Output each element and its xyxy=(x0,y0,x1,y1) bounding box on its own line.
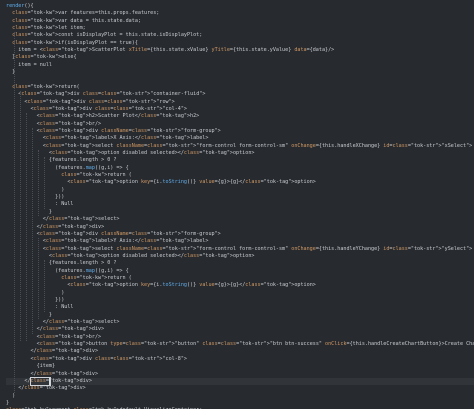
code-line[interactable]: })) xyxy=(6,194,474,201)
code-line[interactable]: <class="tok-tag">div class=class="tok-st… xyxy=(6,106,474,113)
indent-guide xyxy=(44,260,45,312)
code-line[interactable]: ) xyxy=(6,187,474,194)
code-line[interactable]: <class="tok-tag">br/> xyxy=(6,121,474,128)
code-line[interactable]: <class="tok-tag">div class=class="tok-st… xyxy=(6,91,474,98)
code-line[interactable]: (features.map((g,i) => { xyxy=(6,165,474,172)
code-line[interactable]: <class="tok-tag">h2>Scatter Plot</class=… xyxy=(6,113,474,120)
code-line[interactable]: } xyxy=(6,209,474,216)
code-line[interactable]: <class="tok-tag">option key={i.toString(… xyxy=(6,179,474,186)
code-line[interactable]: </class="tok-tag">div> xyxy=(6,348,474,355)
code-line[interactable]: <class="tok-tag">option key={i.toString(… xyxy=(6,282,474,289)
code-line[interactable]: <class="tok-tag">option disabled selecte… xyxy=(6,253,474,260)
code-editor[interactable]: render(){ class="tok-kw">var features=th… xyxy=(0,0,474,409)
code-line[interactable]: (features.map((g,i) => { xyxy=(6,268,474,275)
code-line[interactable]: item = <class="tok-tag">ScatterPlot xTit… xyxy=(6,47,474,54)
code-line[interactable]: <class="tok-tag">div className=class="to… xyxy=(6,128,474,135)
code-line[interactable]: <class="tok-tag">button type=class="tok-… xyxy=(6,341,474,348)
indent-guide xyxy=(14,32,15,393)
code-line[interactable]: render(){ xyxy=(6,3,474,10)
code-line[interactable] xyxy=(6,77,474,84)
code-line[interactable]: class="tok-kw">const isDisplayPlot = thi… xyxy=(6,32,474,39)
indent-guide xyxy=(38,238,39,320)
code-line[interactable]: {item} xyxy=(6,363,474,370)
code-line[interactable]: class="tok-kw">if(isDisplayPlot == true)… xyxy=(6,40,474,47)
code-line[interactable]: <class="tok-tag">option disabled selecte… xyxy=(6,150,474,157)
code-line[interactable]: </class="tok-tag">div> xyxy=(6,377,474,385)
indent-guide xyxy=(44,157,45,209)
code-line[interactable]: class="tok-kw">return ( xyxy=(6,275,474,282)
indent-guide xyxy=(20,91,21,342)
code-line[interactable]: <class="tok-tag">label>X Axis:</class="t… xyxy=(6,135,474,142)
code-line[interactable]: } xyxy=(6,312,474,319)
code-line[interactable]: class="tok-kw">var data = this.state.dat… xyxy=(6,18,474,25)
text-cursor xyxy=(48,377,50,385)
code-line[interactable]: <class="tok-tag">div class=class="tok-st… xyxy=(6,356,474,363)
code-line[interactable]: } xyxy=(6,69,474,76)
code-line[interactable]: </class="tok-tag">div> xyxy=(6,326,474,333)
code-line[interactable]: class="tok-kw">let item; xyxy=(6,25,474,32)
code-line[interactable]: : Null xyxy=(6,304,474,311)
code-line[interactable]: <class="tok-tag">div className=class="to… xyxy=(6,231,474,238)
code-line[interactable]: {features.length > 0 ? xyxy=(6,157,474,164)
indent-guide xyxy=(38,150,39,217)
code-line[interactable]: class="tok-kw">var features=this.props.f… xyxy=(6,10,474,17)
indent-guide xyxy=(26,113,27,342)
code-line[interactable]: }class="tok-kw">else{ xyxy=(6,54,474,61)
code-line[interactable]: </class="tok-tag">select> xyxy=(6,319,474,326)
code-line[interactable]: </class="tok-tag">div> xyxy=(6,371,474,378)
code-line[interactable]: class="tok-kw">return ( xyxy=(6,172,474,179)
code-line[interactable]: <class="tok-tag">br/> xyxy=(6,334,474,341)
code-line[interactable]: class="tok-kw">return( xyxy=(6,84,474,91)
code-line[interactable]: })) xyxy=(6,297,474,304)
code-line[interactable]: ) xyxy=(6,393,474,400)
code-line[interactable]: </class="tok-tag">div> xyxy=(6,224,474,231)
code-line[interactable]: item = null xyxy=(6,62,474,69)
bracket-match-highlight xyxy=(29,377,51,387)
code-line[interactable]: </class="tok-tag">div> xyxy=(6,385,474,392)
code-line[interactable]: <class="tok-tag">div class=class="tok-st… xyxy=(6,99,474,106)
code-line[interactable]: : Null xyxy=(6,201,474,208)
code-line[interactable]: <class="tok-tag">label>Y Axis:</class="t… xyxy=(6,238,474,245)
code-line[interactable]: ) xyxy=(6,290,474,297)
code-line[interactable]: } xyxy=(6,400,474,407)
indent-guide xyxy=(32,127,33,334)
code-line[interactable]: <class="tok-tag">select className=class=… xyxy=(6,246,474,253)
code-line[interactable]: <class="tok-tag">select className=class=… xyxy=(6,143,474,150)
code-line[interactable]: </class="tok-tag">select> xyxy=(6,216,474,223)
code-line[interactable]: {features.length > 0 ? xyxy=(6,260,474,267)
